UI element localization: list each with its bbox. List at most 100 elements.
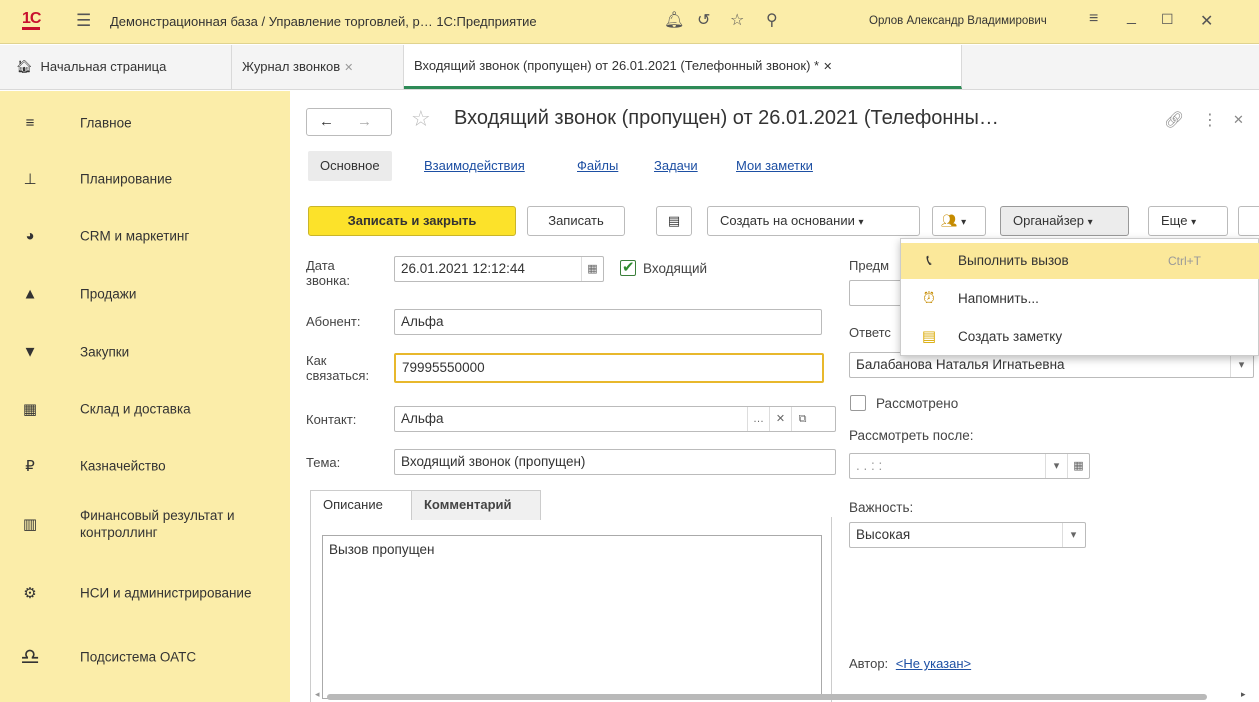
tab-comment[interactable]: Комментарий [411, 490, 541, 520]
sidebar-item-finance[interactable]: ▥ Финансовый результат и контроллинг [0, 496, 290, 552]
horizontal-scrollbar[interactable]: ◂ ▸ [315, 689, 1250, 702]
gear-icon: ⚙ [23, 585, 37, 602]
incoming-label: Входящий [643, 261, 708, 276]
menu-item-create-note[interactable]: ▤ Создать заметку [901, 319, 1259, 355]
sidebar: ≡ Главное ⊥ Планирование ◕ CRM и маркети… [0, 91, 290, 702]
tab-files[interactable]: Файлы [577, 151, 618, 181]
dropdown-arrow-icon: ▾ [1087, 217, 1093, 228]
organizer-dropdown-menu: 📞︎ Выполнить вызов Ctrl+T ⏰︎ Напомнить..… [900, 238, 1259, 356]
reminder-icon: ⏰︎ [923, 290, 935, 307]
sidebar-item-purchases[interactable]: ▼ Закупки [0, 324, 290, 380]
current-user[interactable]: Орлов Александр Владимирович [869, 15, 1047, 27]
close-tab-icon[interactable]: ✕ [344, 62, 353, 74]
tab-notes[interactable]: Мои заметки [736, 151, 813, 181]
calendar-icon[interactable]: ▦ [1067, 454, 1089, 478]
description-textarea[interactable]: Вызов пропущен [322, 535, 822, 699]
close-tab-icon[interactable]: ✕ [823, 61, 832, 73]
tab-interactions[interactable]: Взаимодействия [424, 151, 525, 181]
link-icon[interactable]: 🔗︎ [1164, 110, 1184, 130]
importance-label: Важность: [849, 500, 914, 515]
tab-main[interactable]: Основное [308, 151, 392, 181]
1c-logo: 1С [22, 10, 41, 30]
how-to-contact-input[interactable]: 79995550000 [394, 353, 824, 383]
close-window-icon[interactable]: ✕ [1200, 11, 1213, 31]
sidebar-item-oats[interactable]: ♎︎ Подсистема ОАТС [0, 629, 290, 685]
dropdown-arrow-icon: ▾ [858, 217, 864, 228]
how-to-contact-label: Как связаться: [306, 353, 370, 383]
dropdown-arrow-icon: ▾ [1191, 217, 1197, 228]
calendar-icon[interactable]: ▦ [581, 257, 603, 281]
tab-description[interactable]: Описание [310, 490, 412, 520]
search-icon[interactable]: ⚲ [766, 10, 778, 30]
review-after-input[interactable]: . . : : ▾ ▦ [849, 453, 1090, 479]
window-title: Демонстрационная база / Управление торго… [110, 14, 537, 29]
back-arrow-icon[interactable]: ← [319, 113, 334, 130]
dropdown-arrow-icon: ▾ [961, 217, 967, 228]
forward-arrow-icon[interactable]: → [357, 113, 372, 130]
scroll-right-icon[interactable]: ▸ [1241, 689, 1246, 700]
form-title: Входящий звонок (пропущен) от 26.01.2021… [454, 107, 999, 129]
subscriber-input[interactable]: Альфа [394, 309, 822, 335]
bag-icon: ▲ [22, 285, 38, 303]
note-icon: ▤ [921, 328, 937, 345]
importance-select[interactable]: Высокая ▾ [849, 522, 1086, 548]
save-and-close-button[interactable]: Записать и закрыть [308, 206, 516, 236]
sidebar-item-main[interactable]: ≡ Главное [0, 95, 290, 151]
dropdown-arrow-icon[interactable]: ▾ [1045, 454, 1067, 478]
clear-icon[interactable]: ✕ [769, 407, 791, 431]
choose-ellipsis-icon[interactable]: … [747, 407, 769, 431]
create-based-on-button[interactable]: Создать на основании ▾ [707, 206, 920, 236]
responsible-label: Ответс [849, 325, 891, 340]
document-icon: ▤ [667, 213, 681, 228]
menu-item-remind[interactable]: ⏰︎ Напомнить... [901, 281, 1259, 317]
sidebar-item-crm[interactable]: ◕ CRM и маркетинг [0, 208, 290, 264]
bar-chart-icon: ▥ [22, 516, 38, 533]
favorites-star-icon[interactable]: ☆ [730, 10, 744, 30]
history-icon[interactable]: ↺ [697, 10, 710, 30]
tab-tasks[interactable]: Задачи [654, 151, 698, 181]
tab-home[interactable]: 🏠︎ Начальная страница [0, 45, 232, 89]
review-after-label: Рассмотреть после: [849, 428, 974, 443]
menu-item-make-call[interactable]: 📞︎ Выполнить вызов Ctrl+T [901, 243, 1259, 279]
notification-bell-icon[interactable]: 🔔︎ [664, 10, 684, 30]
author-label: Автор: <Не указан> [849, 656, 972, 671]
warehouse-icon: ▦ [22, 401, 38, 418]
scroll-left-icon[interactable]: ◂ [315, 689, 320, 700]
date-input[interactable]: 26.01.2021 12:12:44 ▦ [394, 256, 604, 282]
more-button[interactable]: Еще ▾ [1148, 206, 1228, 236]
tab-current-call[interactable]: Входящий звонок (пропущен) от 26.01.2021… [404, 45, 962, 89]
cart-icon: ▼ [22, 343, 38, 361]
organizer-button[interactable]: Органайзер ▾ [1000, 206, 1129, 236]
close-form-icon[interactable]: ✕ [1233, 112, 1244, 128]
headset-icon: ♎︎ [20, 644, 40, 669]
sidebar-item-planning[interactable]: ⊥ Планирование [0, 151, 290, 207]
tab-call-journal[interactable]: Журнал звонков ✕ [232, 45, 404, 89]
settings-menu-icon[interactable]: ≡ [1089, 10, 1098, 28]
reviewed-label: Рассмотрено [876, 396, 959, 411]
users-icon: 👥︎ [941, 213, 958, 228]
main-menu-icon[interactable]: ☰ [76, 11, 91, 31]
help-button[interactable] [1238, 206, 1259, 236]
sidebar-item-admin[interactable]: ⚙ НСИ и администрирование [0, 565, 290, 621]
subject-input[interactable]: Входящий звонок (пропущен) [394, 449, 836, 475]
maximize-icon[interactable]: ☐ [1161, 11, 1174, 28]
sidebar-item-warehouse[interactable]: ▦ Склад и доставка [0, 381, 290, 437]
contact-input[interactable]: Альфа … ✕ ⧉ [394, 406, 836, 432]
minimize-icon[interactable]: _ [1127, 8, 1136, 26]
open-icon[interactable]: ⧉ [791, 407, 813, 431]
favorite-star-icon[interactable]: ☆ [411, 106, 431, 132]
users-button[interactable]: 👥︎ ▾ [932, 206, 986, 236]
dropdown-arrow-icon[interactable]: ▾ [1230, 353, 1252, 377]
dropdown-arrow-icon[interactable]: ▾ [1062, 523, 1084, 547]
report-button[interactable]: ▤ [656, 206, 692, 236]
more-vertical-icon[interactable]: ⋮ [1202, 110, 1218, 130]
save-button[interactable]: Записать [527, 206, 625, 236]
sidebar-item-treasury[interactable]: ₽ Казначейство [0, 438, 290, 494]
phone-icon: 📞︎ [926, 252, 932, 269]
author-link[interactable]: <Не указан> [896, 656, 971, 671]
sidebar-item-sales[interactable]: ▲ Продажи [0, 266, 290, 322]
ruble-icon: ₽ [25, 458, 35, 475]
scrollbar-thumb[interactable] [327, 694, 1207, 700]
incoming-checkbox[interactable] [620, 258, 636, 276]
reviewed-checkbox[interactable] [850, 395, 866, 411]
